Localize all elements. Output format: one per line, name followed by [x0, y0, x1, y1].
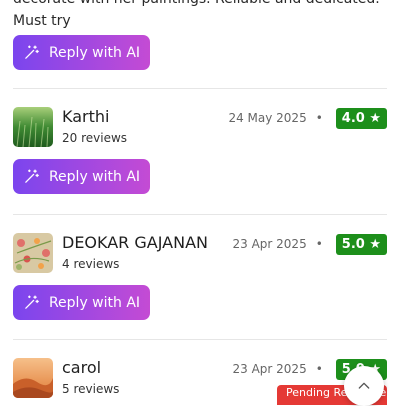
chevron-up-icon	[358, 382, 370, 389]
reply-with-ai-button[interactable]: Reply with AI	[13, 285, 150, 320]
review-meta: 24 May 2025 • 4.0 ★	[228, 107, 387, 129]
divider	[13, 214, 387, 215]
review-date: 24 May 2025	[228, 111, 307, 125]
review-item: DEOKAR GAJANAN 4 reviews 23 Apr 2025 • 5…	[0, 233, 400, 347]
reply-button-label: Reply with AI	[48, 294, 141, 311]
magic-wand-icon	[25, 295, 39, 309]
magic-wand-icon	[25, 169, 39, 183]
review-item: Karthi 20 reviews 24 May 2025 • 4.0 ★ Re…	[0, 107, 400, 221]
reviewer-name: DEOKAR GAJANAN	[62, 233, 208, 252]
reply-with-ai-button[interactable]: Reply with AI	[13, 35, 150, 70]
divider	[13, 339, 387, 340]
avatar[interactable]	[13, 107, 53, 147]
separator-dot: •	[315, 237, 323, 251]
review-count: 5 reviews	[62, 382, 120, 396]
reviewer-name: carol	[62, 358, 102, 377]
review-count: 4 reviews	[62, 257, 120, 271]
separator-dot: •	[315, 362, 323, 376]
reviewer-name: Karthi	[62, 107, 110, 126]
review-date: 23 Apr 2025	[232, 237, 307, 251]
rating-badge: 4.0 ★	[335, 107, 387, 129]
reply-button-label: Reply with AI	[48, 168, 141, 185]
magic-wand-icon	[25, 45, 39, 59]
rating-badge: 5.0 ★	[335, 233, 387, 255]
review-meta: 23 Apr 2025 • 5.0 ★	[232, 233, 387, 255]
scroll-to-top-button[interactable]	[344, 366, 384, 406]
reply-with-ai-button[interactable]: Reply with AI	[13, 159, 150, 194]
avatar[interactable]	[13, 358, 53, 398]
avatar[interactable]	[13, 233, 53, 273]
reply-button-label: Reply with AI	[48, 44, 141, 61]
review-text: decorate with her paintings. Reliable an…	[13, 0, 380, 29]
divider	[13, 88, 387, 89]
review-count: 20 reviews	[62, 131, 128, 145]
review-date: 23 Apr 2025	[232, 362, 307, 376]
separator-dot: •	[315, 111, 323, 125]
